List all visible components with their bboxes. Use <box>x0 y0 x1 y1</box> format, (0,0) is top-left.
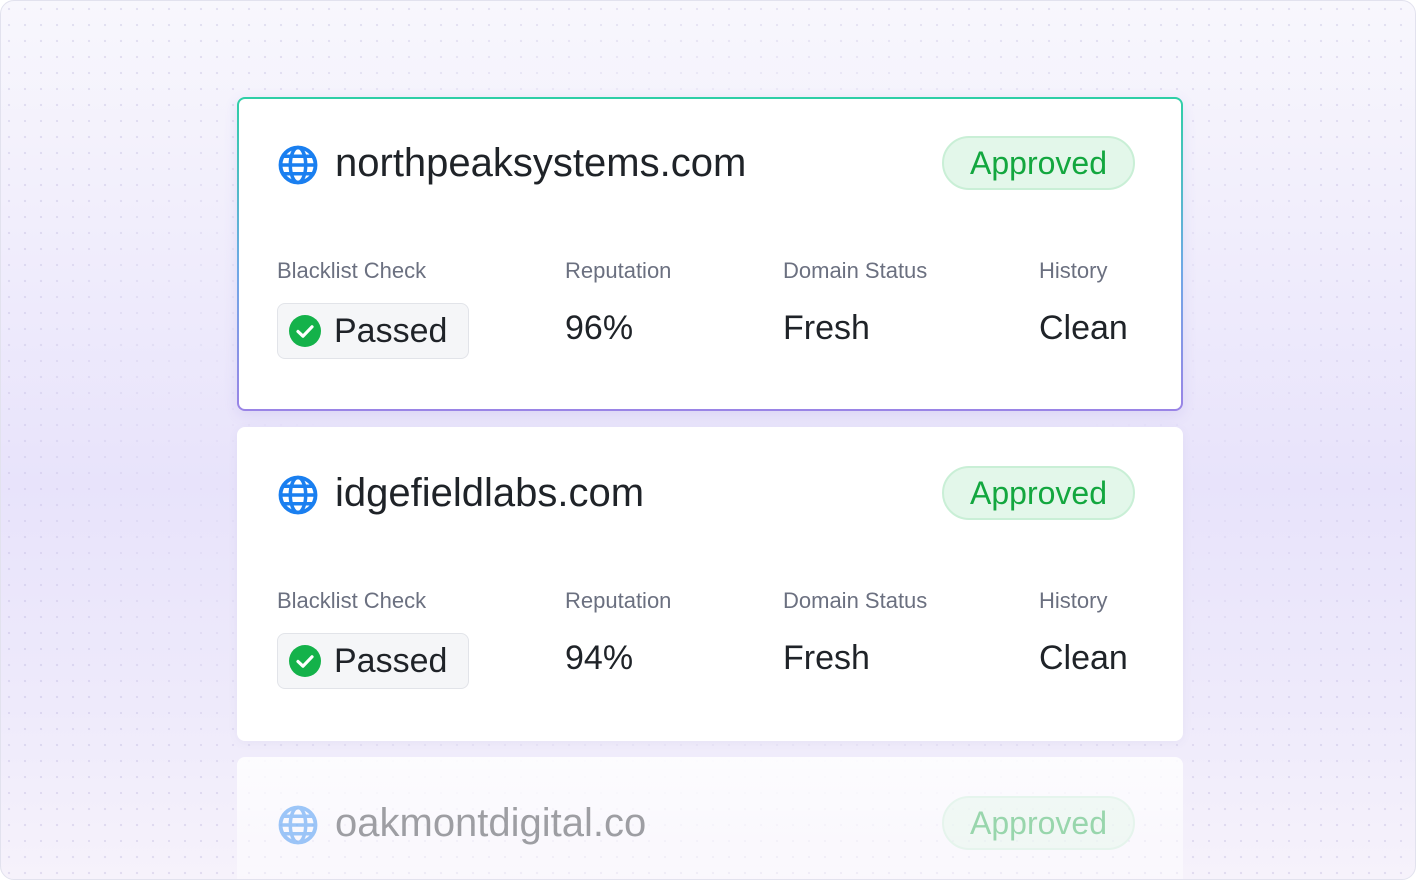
blacklist-check-label: Blacklist Check <box>277 258 427 283</box>
passed-chip: Passed <box>277 303 469 359</box>
approved-badge: Approved <box>942 466 1135 520</box>
domain-name: idgefieldlabs.com <box>335 471 645 515</box>
history-value: Clean <box>1039 309 1128 347</box>
page-background: northpeaksystems.com Approved Blacklist … <box>0 0 1416 880</box>
reputation-value: 94% <box>565 639 634 677</box>
domain-name: oakmontdigital.co <box>335 801 647 845</box>
history-value: Clean <box>1039 639 1128 677</box>
blacklist-check-label: Blacklist Check <box>277 588 427 613</box>
globe-icon <box>278 805 318 845</box>
blacklist-check-value: Passed <box>334 642 448 680</box>
domain-card[interactable]: oakmontdigital.co Approved <box>237 757 1183 879</box>
domain-status-value: Fresh <box>783 309 870 347</box>
reputation-label: Reputation <box>565 258 672 283</box>
approved-badge: Approved <box>942 136 1135 190</box>
domain-status-label: Domain Status <box>783 258 928 283</box>
history-label: History <box>1039 258 1108 283</box>
reputation-value: 96% <box>565 309 634 347</box>
check-circle-icon <box>289 315 321 347</box>
domain-name: northpeaksystems.com <box>335 141 747 185</box>
globe-icon <box>278 475 318 515</box>
blacklist-check-value: Passed <box>334 312 448 350</box>
domain-status-label: Domain Status <box>783 588 928 613</box>
reputation-label: Reputation <box>565 588 672 613</box>
globe-icon <box>278 145 318 185</box>
domain-card[interactable]: idgefieldlabs.com Approved Blacklist Che… <box>237 427 1183 741</box>
history-label: History <box>1039 588 1108 613</box>
check-circle-icon <box>289 645 321 677</box>
passed-chip: Passed <box>277 633 469 689</box>
domain-card[interactable]: northpeaksystems.com Approved Blacklist … <box>237 97 1183 411</box>
approved-badge: Approved <box>942 796 1135 850</box>
domain-status-value: Fresh <box>783 639 870 677</box>
